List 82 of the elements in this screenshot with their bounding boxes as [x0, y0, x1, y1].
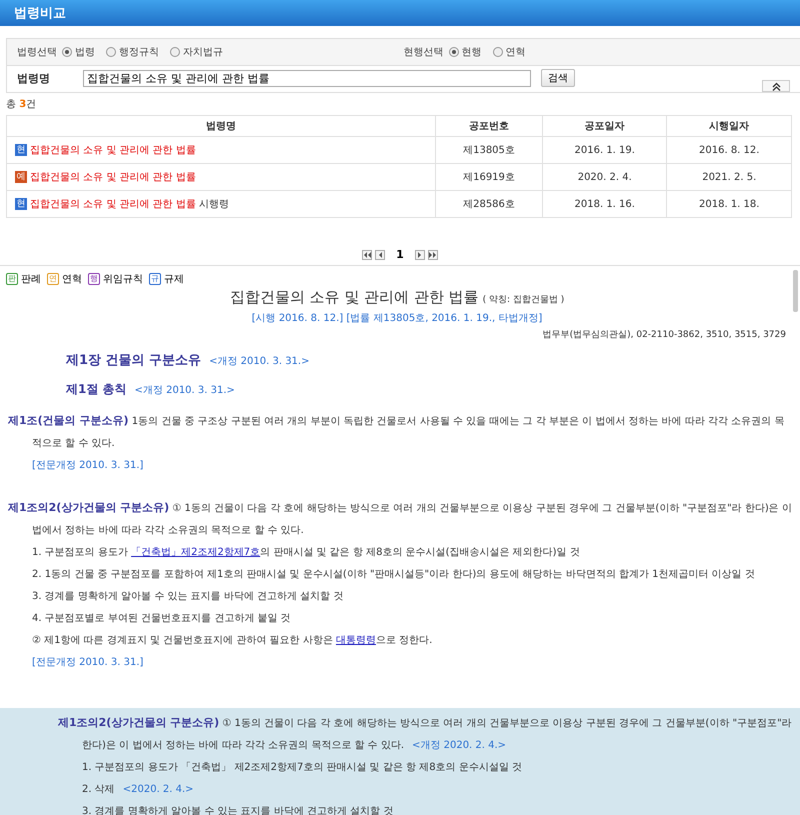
scrollbar-thumb[interactable]: [793, 270, 798, 312]
radio-button[interactable]: [106, 47, 116, 57]
search-field[interactable]: 집합건물의 소유 및 관리에 관한 법률: [83, 70, 531, 86]
table-cell: 제28586호: [436, 190, 542, 218]
table-cell: 2020. 2. 4.: [542, 164, 667, 190]
radio-button[interactable]: [492, 47, 502, 57]
status-badge: 예: [15, 171, 27, 184]
chapter-heading: 제1장 건물의 구분소유: [66, 353, 202, 368]
law-suffix: 시행령: [199, 199, 230, 210]
search-label: 법령명: [17, 70, 51, 86]
list-item: 2. 1동의 건물 중 구분점포를 포함하여 제1호의 판매시설 및 운수시설(이하 "판매시설등"이라 한다)의 용도에 해당하는 바닥면적의 합계가 1천제곱미터 이상일 것: [32, 569, 755, 580]
list-item: ② 제1항에 따른 경계표지 및 건물번호표지에 관하여 필요한 사항은 대통령령으로 정한다.: [32, 635, 432, 646]
list-item: 1. 구분점포의 용도가 「건축법」제2조제2항제7호의 판매시설 및 같은 항 제8호의 운수시설(집배송시설은 제외한다)일 것: [32, 547, 580, 558]
right-button[interactable]: [414, 250, 425, 260]
page-number[interactable]: 1: [396, 248, 404, 261]
law-reference-link[interactable]: 대통령령: [336, 635, 376, 646]
amendment-note: <개정 2010. 3. 31.>: [209, 356, 310, 367]
legend-mark: 행: [88, 273, 100, 285]
law-reference-link[interactable]: 「건축법」: [131, 547, 182, 558]
double-right-icon: [429, 252, 436, 258]
amendment-note: <개정 2020. 2. 4.>: [412, 740, 506, 751]
column-header: 시행일자: [666, 116, 792, 136]
radio-button[interactable]: [170, 47, 180, 57]
law-title: 집합건물의 소유 및 관리에 관한 법률: [230, 288, 479, 306]
article-paragraph: 제1조의2(상가건물의 구분소유) ① 1동의 건물이 다음 각 호에 해당하는 방식으로 여러 개의 건물부분으로 이용상 구분된 경우에 그 건물부분(이하 "구분점포"라 한다)은 이 법에서 정하는 바에 따라 각각 소유권의 목적으로 할 수 있다. <개정 2020. 2. 4.>: [58, 715, 792, 753]
radio-button[interactable]: [62, 47, 72, 57]
right-icon: [416, 252, 424, 258]
table-cell: 2018. 1. 16.: [542, 190, 667, 218]
status-badge: 현: [15, 144, 27, 156]
amendment-note: <2020. 2. 4.>: [122, 784, 194, 795]
collapse-button[interactable]: [762, 80, 790, 92]
amendment-note: <개정 2010. 3. 31.>: [134, 385, 235, 396]
filter-label: 현행선택: [404, 46, 444, 59]
law-link[interactable]: 집합건물의 소유 및 관리에 관한 법률: [30, 145, 196, 156]
article-paragraph: 제1조(건물의 구분소유) 1동의 건물 중 구조상 구분된 여러 개의 부분이 독립한 건물로서 사용될 수 있을 때에는 그 각 부분은 이 법에서 정하는 바에 따라 각각 소유권의 목적으로 할 수 있다.: [8, 413, 786, 451]
page-title: 법령비교: [14, 5, 66, 22]
left-button[interactable]: [375, 250, 386, 260]
table-cell: 2016. 1. 19.: [542, 136, 667, 164]
radio-option[interactable]: 법령: [62, 45, 95, 59]
radio-option[interactable]: 자치법규: [170, 45, 223, 59]
radio-option[interactable]: 행정규칙: [106, 45, 159, 59]
search-button[interactable]: 검색: [541, 69, 575, 87]
table-cell: 2021. 2. 5.: [666, 164, 792, 190]
legend-mark: 판: [6, 273, 18, 285]
law-reference-link[interactable]: 제2조제2항제7호: [181, 547, 260, 558]
column-header: 공포번호: [436, 116, 542, 136]
ministry-contact: 법무부(법무심의관실), 02-2110-3862, 3510, 3515, 3729: [542, 329, 786, 341]
double-chevron-up-icon: [772, 82, 780, 90]
radio-button[interactable]: [448, 47, 458, 57]
table-cell: 제16919호: [436, 164, 542, 190]
left-icon: [376, 252, 384, 258]
law-link[interactable]: 집합건물의 소유 및 관리에 관한 법률: [30, 199, 196, 210]
legend-mark: 연: [47, 273, 59, 285]
radio-option[interactable]: 현행: [448, 45, 482, 59]
list-item: 1. 구분점포의 용도가 「건축법」 제2조제2항제7호의 판매시설 및 같은 항 제8호의 운수시설일 것: [82, 762, 522, 773]
double-left-button[interactable]: [362, 250, 372, 260]
legend-mark: 규: [149, 273, 161, 285]
article-paragraph: 제1조의2(상가건물의 구분소유) ① 1동의 건물이 다음 각 호에 해당하는 방식으로 여러 개의 건물부분으로 이용상 구분된 경우에 그 건물부분(이하 "구분점포"라 한다)은 이 법에서 정하는 바에 따라 각각 소유권의 목적으로 할 수 있다.: [8, 500, 792, 538]
column-header: 공포일자: [542, 116, 667, 136]
section-heading: 제1절 총칙: [66, 382, 127, 396]
filter-label: 법령선택: [17, 46, 57, 59]
table-cell: 2016. 8. 12.: [666, 136, 792, 164]
law-abbreviation: ( 약칭: 집합건물법 ): [482, 295, 564, 305]
double-right-button[interactable]: [428, 250, 438, 260]
table-cell: 제13805호: [436, 136, 542, 164]
table-cell: 2018. 1. 18.: [666, 190, 792, 218]
legend-item[interactable]: 행 위임규칙: [88, 272, 143, 286]
status-badge: 현: [15, 198, 27, 210]
list-item: 2. 삭제: [82, 784, 115, 795]
revision-note: [전문개정 2010. 3. 31.]: [31, 459, 144, 473]
radio-option[interactable]: 연혁: [492, 45, 526, 59]
revision-note: [전문개정 2010. 3. 31.]: [31, 656, 144, 670]
list-item: 3. 경계를 명확하게 알아볼 수 있는 표지를 바닥에 견고하게 설치할 것: [32, 591, 344, 602]
result-count: 총 3건: [6, 98, 38, 111]
column-header: 법령명: [6, 116, 436, 136]
legend-item[interactable]: 연 연혁: [47, 272, 82, 286]
enforcement-info: [시행 2016. 8. 12.] [법률 제13805호, 2016. 1. 19., 타법개정]: [250, 312, 544, 325]
list-item: 4. 구분점포별로 부여된 건물번호표지를 견고하게 붙일 것: [32, 613, 291, 624]
law-link[interactable]: 집합건물의 소유 및 관리에 관한 법률: [30, 172, 196, 183]
double-left-icon: [364, 252, 371, 258]
legend-item[interactable]: 판 판례: [6, 272, 41, 286]
legend-item[interactable]: 규 규제: [149, 272, 184, 286]
